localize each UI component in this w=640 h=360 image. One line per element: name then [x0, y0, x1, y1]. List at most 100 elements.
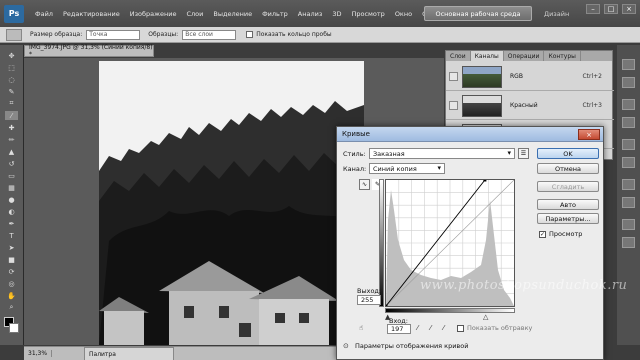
samples-select[interactable]: Все слои [182, 29, 237, 40]
dialog-close-button[interactable]: × [578, 129, 600, 140]
smooth-button[interactable]: Сгладить [537, 181, 599, 192]
tab-channels[interactable]: Каналы [470, 51, 504, 61]
menu-file[interactable]: Файл [30, 10, 58, 18]
stamp-tool-icon[interactable]: ▲ [5, 147, 18, 156]
workspace-button[interactable]: Основная рабочая среда [424, 6, 532, 21]
background-color-swatch[interactable] [9, 323, 19, 333]
input-field[interactable]: 197 [387, 324, 411, 334]
blur-tool-icon[interactable]: ● [5, 195, 18, 204]
channel-shortcut: Ctrl+3 [582, 102, 602, 109]
brush-tool-icon[interactable]: ✏ [5, 135, 18, 144]
gray-eyedropper-icon[interactable]: ⁄ [430, 324, 439, 333]
styles-icon[interactable] [622, 179, 635, 190]
options-button[interactable]: Параметры... [537, 213, 599, 224]
curve-display-options-label[interactable]: Параметры отображения кривой [355, 342, 468, 350]
palette-tab[interactable]: Палитра [84, 347, 174, 360]
eyedropper-tool-preset[interactable] [6, 28, 22, 41]
menu-bar: Ps Файл Редактирование Изображение Слои … [0, 0, 640, 27]
type-tool-icon[interactable]: T [5, 231, 18, 240]
history-brush-icon[interactable]: ↺ [5, 159, 18, 168]
hand-tool-icon[interactable]: ✋ [5, 291, 18, 300]
adjustments-icon[interactable] [622, 139, 635, 150]
dialog-title-bar[interactable]: Кривые [337, 127, 603, 142]
channel-name: Красный [510, 102, 538, 109]
lasso-tool-icon[interactable]: ◌ [5, 75, 18, 84]
show-clipping-label: Показать обтравку [467, 324, 533, 332]
crop-tool-icon[interactable]: ⌗ [5, 99, 18, 108]
quick-select-tool-icon[interactable]: ✎ [5, 87, 18, 96]
move-tool-icon[interactable]: ✥ [5, 51, 18, 60]
tab-paths[interactable]: Контуры [544, 51, 581, 61]
tab-actions[interactable]: Операции [504, 51, 545, 61]
auto-button[interactable]: Авто [537, 199, 599, 210]
preset-select[interactable]: Заказная [369, 148, 515, 159]
maximize-button[interactable]: □ [604, 4, 618, 14]
3d-orbit-icon[interactable]: ◎ [5, 279, 18, 288]
clone-source-icon[interactable] [622, 219, 635, 230]
3d-icon[interactable] [622, 237, 635, 248]
menu-layers[interactable]: Слои [181, 10, 208, 18]
path-select-icon[interactable]: ➤ [5, 243, 18, 252]
expand-options-icon[interactable]: ⊙ [343, 342, 352, 351]
channel-select[interactable]: Синий копия [369, 163, 445, 174]
masks-icon[interactable] [622, 157, 635, 168]
3d-rotate-icon[interactable]: ⟳ [5, 267, 18, 276]
channel-row-red[interactable]: Красный Ctrl+3 [446, 92, 614, 120]
curve-point-start [384, 304, 388, 308]
eyedropper-tool-icon[interactable]: ⁄ [5, 111, 18, 120]
show-ring-checkbox[interactable] [246, 31, 254, 38]
color-icon[interactable] [622, 99, 635, 110]
output-field[interactable]: 255 [357, 295, 381, 305]
menu-edit[interactable]: Редактирование [58, 10, 125, 18]
black-eyedropper-icon[interactable]: ⁄ [417, 324, 426, 333]
gradient-tool-icon[interactable]: ▦ [5, 183, 18, 192]
status-zoom[interactable]: 31,3% [24, 350, 53, 357]
design-workspace-link[interactable]: Дизайн [544, 10, 569, 18]
healing-tool-icon[interactable]: ✚ [5, 123, 18, 132]
menu-select[interactable]: Выделение [208, 10, 257, 18]
toolbox: ✥ ⬚ ◌ ✎ ⌗ ⁄ ✚ ✏ ▲ ↺ ▭ ▦ ● ◐ ✒ T ➤ ■ ⟳ ◎ … [0, 45, 24, 345]
sample-size-select[interactable]: Точка [86, 29, 141, 40]
pen-tool-icon[interactable]: ✒ [5, 219, 18, 228]
white-point-slider-icon[interactable]: △ [483, 313, 492, 322]
curve-point-tool-icon[interactable]: ∿ [359, 179, 370, 190]
white-eyedropper-icon[interactable]: ⁄ [443, 324, 452, 333]
show-clipping-checkbox[interactable] [457, 325, 464, 332]
on-image-adjust-icon[interactable]: ☝ [359, 324, 368, 333]
preset-options-icon[interactable]: ☰ [518, 148, 529, 159]
options-bar: Размер образца: Точка Образцы: Все слои … [0, 27, 640, 43]
preview-checkbox[interactable]: ✓ [539, 231, 546, 238]
menu-3d[interactable]: 3D [327, 10, 346, 18]
tab-layers[interactable]: Слои [446, 51, 471, 61]
document-tab[interactable]: IMG_3974.JPG @ 31,3% (Синий копия/8) * [24, 44, 154, 58]
image-canvas[interactable] [99, 61, 364, 345]
dodge-tool-icon[interactable]: ◐ [5, 207, 18, 216]
ok-button[interactable]: OK [537, 148, 599, 159]
minimize-button[interactable]: – [586, 4, 600, 14]
menu-window[interactable]: Окно [390, 10, 417, 18]
curve-point-end [483, 178, 487, 182]
show-ring-label: Показать кольцо пробы [256, 31, 332, 38]
input-gradient-bar [385, 308, 515, 313]
zoom-tool-icon[interactable]: ⌕ [5, 303, 18, 312]
menu-image[interactable]: Изображение [125, 10, 182, 18]
menu-analysis[interactable]: Анализ [293, 10, 328, 18]
sample-size-label: Размер образца: [30, 31, 83, 38]
histogram-icon[interactable] [622, 59, 635, 70]
close-button[interactable]: × [622, 4, 636, 14]
channel-thumbnail [462, 65, 502, 88]
brushes-icon[interactable] [622, 197, 635, 208]
eraser-tool-icon[interactable]: ▭ [5, 171, 18, 180]
visibility-eye-icon[interactable] [449, 72, 458, 81]
menu-filter[interactable]: Фильтр [257, 10, 293, 18]
marquee-tool-icon[interactable]: ⬚ [5, 63, 18, 72]
visibility-eye-icon[interactable] [449, 101, 458, 110]
channel-row-rgb[interactable]: RGB Ctrl+2 [446, 63, 614, 91]
preview-label: Просмотр [549, 230, 583, 238]
info-icon[interactable] [622, 77, 635, 88]
menu-view[interactable]: Просмотр [346, 10, 389, 18]
cancel-button[interactable]: Отмена [537, 163, 599, 174]
swatches-icon[interactable] [622, 117, 635, 128]
shape-tool-icon[interactable]: ■ [5, 255, 18, 264]
curves-dialog: Кривые × Стиль: Заказная ☰ Канал: Синий … [336, 126, 604, 360]
